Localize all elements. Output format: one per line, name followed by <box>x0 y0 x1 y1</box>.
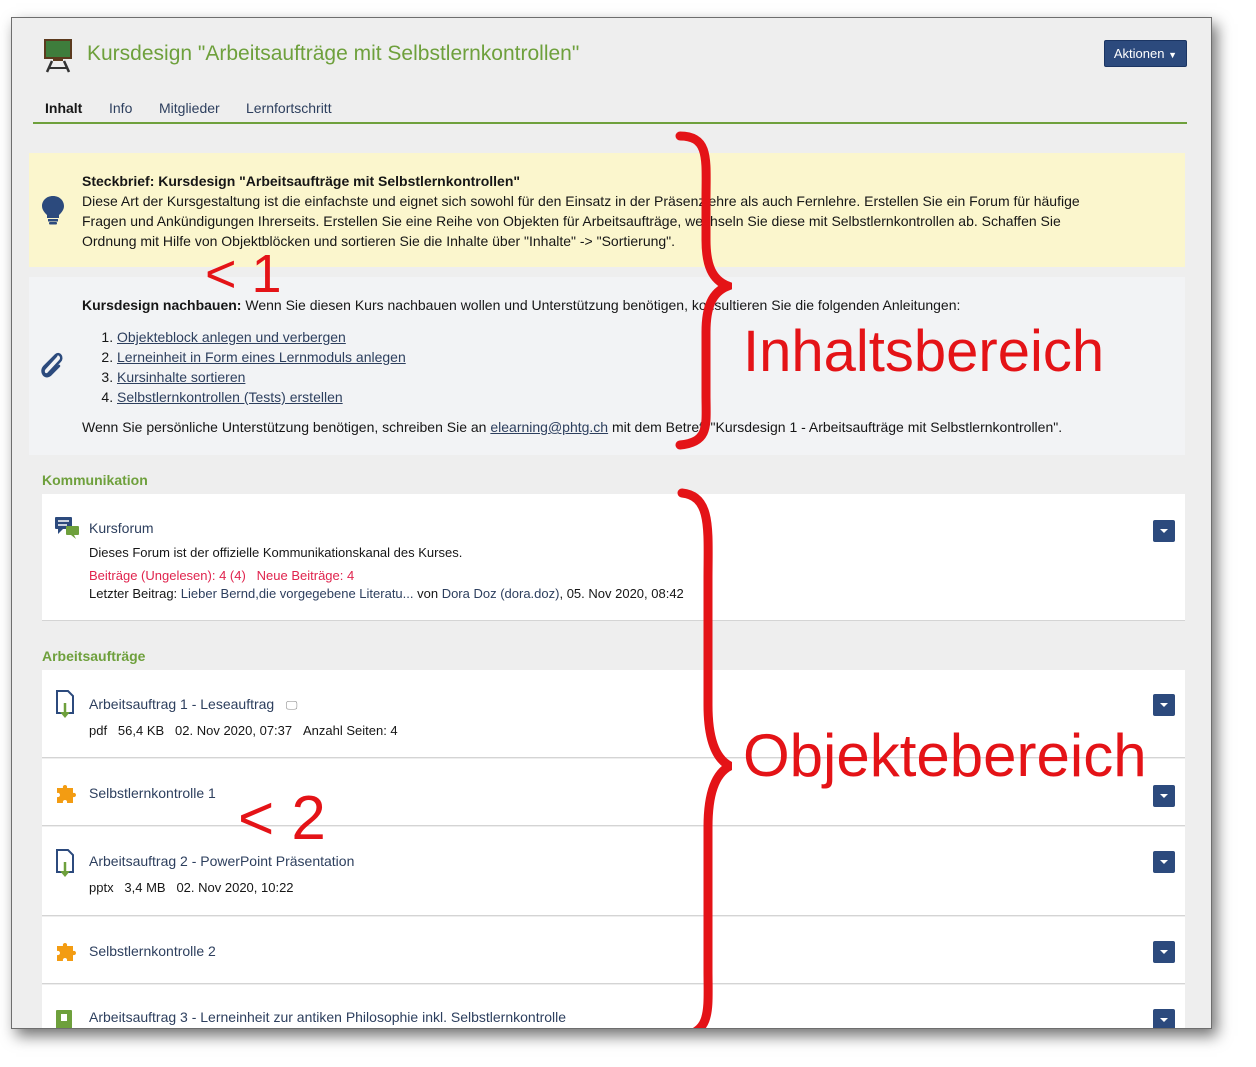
page-title: Kursdesign "Arbeitsaufträge mit Selbstle… <box>87 42 580 65</box>
list-item: Selbstlernkontrolle 2 <box>42 917 1185 984</box>
unread-count: Beiträge (Ungelesen): 4 (4) <box>89 568 246 583</box>
list-item: Arbeitsauftrag 2 - PowerPoint Präsentati… <box>42 827 1185 916</box>
item-title-link[interactable]: Arbeitsauftrag 1 - Leseauftrag 🖵 <box>89 696 297 713</box>
annotation-braces <box>675 131 732 1028</box>
guide-link[interactable]: Selbstlernkontrollen (Tests) erstellen <box>117 389 343 405</box>
list-item: Lerneinheit in Form eines Lernmoduls anl… <box>117 347 406 367</box>
annotation-marker-1: < 1 <box>205 244 282 304</box>
file-type: pptx <box>89 880 114 895</box>
item-actions-dropdown[interactable] <box>1153 851 1175 873</box>
file-download-icon <box>56 849 74 877</box>
forum-actions-dropdown[interactable] <box>1153 520 1175 542</box>
last-post-date: , 05. Nov 2020, 08:42 <box>559 586 684 601</box>
item-title-link[interactable]: Arbeitsauftrag 3 - Lerneinheit zur antik… <box>89 1009 566 1025</box>
forum-description: Dieses Forum ist der offizielle Kommunik… <box>89 545 463 560</box>
annotation-inhaltsbereich: Inhaltsbereich <box>743 319 1105 384</box>
item-title-link[interactable]: Arbeitsauftrag 2 - PowerPoint Präsentati… <box>89 853 354 869</box>
support-pre: Wenn Sie persönliche Unterstützung benöt… <box>82 419 491 435</box>
blackboard-icon <box>44 39 72 73</box>
file-size: 3,4 MB <box>124 880 166 895</box>
tab-mitglieder[interactable]: Mitglieder <box>159 100 220 116</box>
list-item: Kursinhalte sortieren <box>117 367 406 387</box>
actions-label: Aktionen <box>1113 46 1165 61</box>
item-title-link[interactable]: Selbstlernkontrolle 2 <box>89 943 216 959</box>
monitor-icon: 🖵 <box>285 698 298 712</box>
forum-title-link[interactable]: Kursforum <box>89 520 154 536</box>
actions-dropdown-button[interactable]: Aktionen ▼ <box>1103 40 1187 67</box>
nachbauen-text: Wenn Sie diesen Kurs nachbauen wollen un… <box>241 297 961 313</box>
ilias-window: Kursdesign "Arbeitsaufträge mit Selbstle… <box>11 17 1212 1029</box>
page-header: Kursdesign "Arbeitsaufträge mit Selbstle… <box>12 18 1211 126</box>
last-post-link[interactable]: Lieber Bernd,die vorgegebene Literatu... <box>181 586 414 601</box>
steckbrief-heading: Steckbrief: Kursdesign "Arbeitsaufträge … <box>82 173 521 189</box>
item-title: Arbeitsauftrag 1 - Leseauftrag <box>89 696 275 712</box>
annotation-marker-2: < 2 <box>238 784 326 853</box>
puzzle-icon <box>57 785 76 803</box>
learning-module-icon <box>56 1010 72 1028</box>
steckbrief-line: Fragen und Ankündigungen Ihrerseits. Ers… <box>82 213 1061 229</box>
item-actions-dropdown[interactable] <box>1153 785 1175 807</box>
list-item: Objekteblock anlegen und verbergen <box>117 327 406 347</box>
last-post-label: Letzter Beitrag: <box>89 586 181 601</box>
guide-list: Objekteblock anlegen und verbergen Lerne… <box>82 327 406 407</box>
paperclip-icon <box>41 352 63 378</box>
item-title-link[interactable]: Selbstlernkontrolle 1 <box>89 785 216 801</box>
file-size: 56,4 KB <box>117 723 165 738</box>
section-arbeitsauftraege-title: Arbeitsaufträge <box>42 648 146 664</box>
tab-bar: Inhalt Info Mitglieder Lernfortschritt <box>33 100 1187 124</box>
file-download-icon <box>56 690 74 718</box>
file-date: 02. Nov 2020, 07:37 <box>175 723 293 738</box>
section-kommunikation-title: Kommunikation <box>42 472 148 488</box>
annotation-objektebereich: Objektebereich <box>743 722 1147 789</box>
file-type: pdf <box>89 723 108 738</box>
guide-link[interactable]: Lerneinheit in Form eines Lernmoduls anl… <box>117 349 406 365</box>
tab-info[interactable]: Info <box>109 100 132 116</box>
item-actions-dropdown[interactable] <box>1153 1009 1175 1028</box>
forum-counts: Beiträge (Ungelesen): 4 (4) Neue Beiträg… <box>89 568 354 583</box>
forum-card: Kursforum Dieses Forum ist der offiziell… <box>42 494 1185 621</box>
guide-link[interactable]: Kursinhalte sortieren <box>117 369 245 385</box>
item-actions-dropdown[interactable] <box>1153 694 1175 716</box>
lightbulb-icon <box>42 196 64 225</box>
steckbrief-line: Ordnung mit Hilfe von Objektblöcken und … <box>82 233 676 249</box>
file-date: 02. Nov 2020, 10:22 <box>176 880 294 895</box>
brace-objektebereich <box>677 488 732 1028</box>
caret-down-icon: ▼ <box>1168 50 1177 60</box>
item-meta: pptx 3,4 MB 02. Nov 2020, 10:22 <box>89 880 294 895</box>
steckbrief-line: Diese Art der Kursgestaltung ist die ein… <box>82 193 1080 209</box>
tab-lernfortschritt[interactable]: Lernfortschritt <box>246 100 332 116</box>
guide-link[interactable]: Objekteblock anlegen und verbergen <box>117 329 346 345</box>
list-item: Arbeitsauftrag 3 - Lerneinheit zur antik… <box>42 985 1185 1028</box>
item-actions-dropdown[interactable] <box>1153 941 1175 963</box>
new-count: Neue Beiträge: 4 <box>256 568 355 583</box>
email-link[interactable]: elearning@phtg.ch <box>490 419 608 435</box>
page-count: Anzahl Seiten: 4 <box>302 723 398 738</box>
puzzle-icon <box>57 943 76 961</box>
author-link[interactable]: Dora Doz (dora.doz) <box>442 586 560 601</box>
item-meta: pdf 56,4 KB 02. Nov 2020, 07:37 Anzahl S… <box>89 723 398 738</box>
steckbrief-panel: Steckbrief: Kursdesign "Arbeitsaufträge … <box>29 153 1185 267</box>
brace-inhaltsbereich <box>675 131 732 450</box>
list-item: Selbstlernkontrollen (Tests) erstellen <box>117 387 406 407</box>
tab-inhalt[interactable]: Inhalt <box>45 100 82 116</box>
support-text: Wenn Sie persönliche Unterstützung benöt… <box>82 417 1062 437</box>
forum-icon <box>55 517 79 539</box>
von-label: von <box>413 586 442 601</box>
forum-last-post: Letzter Beitrag: Lieber Bernd,die vorgeg… <box>89 586 684 601</box>
